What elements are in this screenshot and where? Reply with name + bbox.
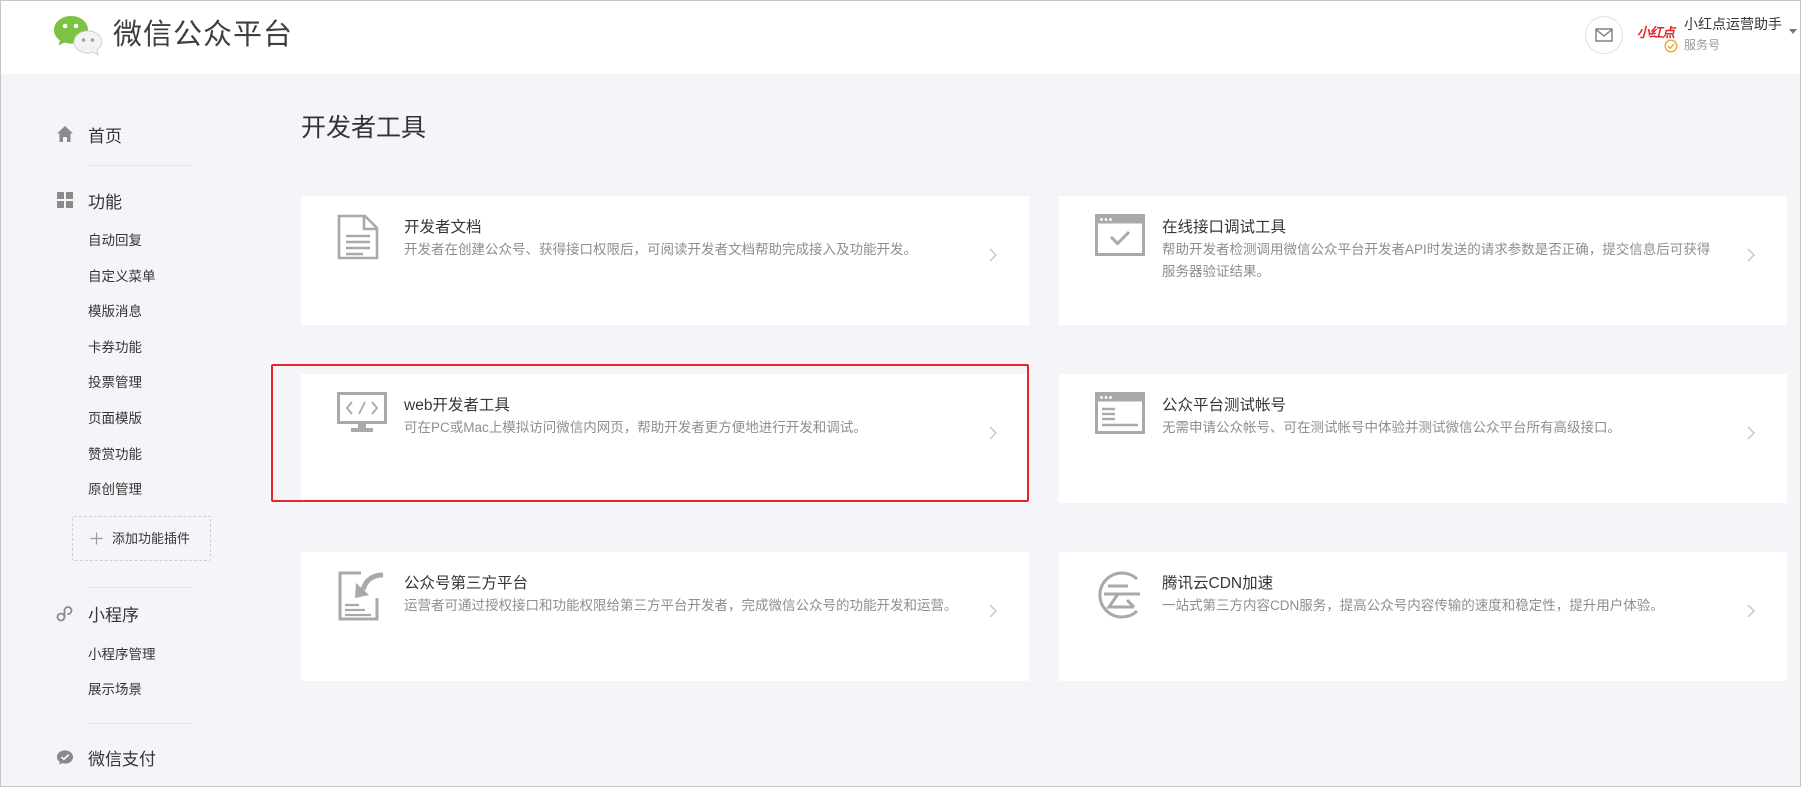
home-icon <box>57 126 73 142</box>
page-title: 开发者工具 <box>301 114 427 142</box>
sidebar-divider <box>88 587 194 588</box>
card-description: 运营者可通过授权接口和功能权限给第三方平台开发者，完成微信公众号的功能开发和运营… <box>404 595 984 617</box>
sidebar-item-label: 首页 <box>88 126 122 146</box>
document-icon <box>337 214 379 260</box>
sidebar-section-label: 小程序 <box>88 605 139 625</box>
card-title: 开发者文档 <box>404 219 482 236</box>
mail-icon <box>1595 28 1613 42</box>
top-header: 微信公众平台 小红点 小红点运营助手 服务号 <box>1 1 1800 74</box>
account-type: 服务号 <box>1684 38 1721 52</box>
sidebar-item-home[interactable]: 首页 <box>56 122 122 146</box>
chevron-right-icon <box>989 604 997 618</box>
card-web-dev-tools[interactable]: web开发者工具 可在PC或Mac上模拟访问微信内网页，帮助开发者更方便地进行开… <box>301 374 1029 503</box>
chevron-right-icon <box>1747 604 1755 618</box>
card-description-line: 开发者在创建公众号、获得接口权限后，可阅读开发者文档帮助完成接入及功能开发。 <box>404 242 917 257</box>
chevron-right-icon <box>989 248 997 262</box>
sidebar-section-label: 功能 <box>88 192 122 212</box>
card-description: 一站式第三方内容CDN服务，提高公众号内容传输的速度和稳定性，提升用户体验。 <box>1162 595 1742 617</box>
card-title: 公众号第三方平台 <box>404 575 529 592</box>
sidebar-item-custom-menu[interactable]: 自定义菜单 <box>88 267 156 287</box>
caret-down-icon <box>1789 29 1797 34</box>
sidebar-item-reward[interactable]: 赞赏功能 <box>88 445 142 465</box>
sidebar-item-display-scene[interactable]: 展示场景 <box>88 680 142 700</box>
card-developer-docs[interactable]: 开发者文档 开发者在创建公众号、获得接口权限后，可阅读开发者文档帮助完成接入及功… <box>301 196 1029 325</box>
wechat-logo-icon <box>54 16 103 56</box>
sidebar-divider <box>88 723 194 724</box>
card-description-line: 可在PC或Mac上模拟访问微信内网页，帮助开发者更方便地进行开发和调试。 <box>404 420 867 435</box>
sidebar-item-auto-reply[interactable]: 自动回复 <box>88 231 142 251</box>
monitor-code-icon <box>337 392 387 432</box>
chevron-right-icon <box>1747 248 1755 262</box>
card-description-line: 运营者可通过授权接口和功能权限给第三方平台开发者，完成微信公众号的功能开发和运营… <box>404 598 958 613</box>
sidebar-section-mini-program: 小程序 <box>56 601 139 625</box>
sidebar-section-label: 微信支付 <box>88 749 156 769</box>
sidebar-item-mini-program-management[interactable]: 小程序管理 <box>88 645 156 665</box>
browser-window-icon <box>1095 392 1145 434</box>
plus-icon <box>90 532 103 545</box>
card-test-account[interactable]: 公众平台测试帐号 无需申请公众帐号、可在测试帐号中体验并测试微信公众平台所有高级… <box>1059 374 1787 503</box>
third-party-icon <box>338 571 384 621</box>
account-menu[interactable]: 小红点 小红点运营助手 服务号 <box>1631 1 1799 74</box>
card-title: 腾讯云CDN加速 <box>1162 575 1274 592</box>
sidebar-item-card-coupon[interactable]: 卡券功能 <box>88 338 142 358</box>
card-online-api-debug[interactable]: 在线接口调试工具 帮助开发者检测调用微信公众平台开发者API时发送的请求参数是否… <box>1059 196 1787 325</box>
mini-program-icon <box>56 606 73 622</box>
tencent-cloud-icon <box>1098 571 1140 619</box>
card-description-line: 无需申请公众帐号、可在测试帐号中体验并测试微信公众平台所有高级接口。 <box>1162 420 1621 435</box>
card-description-line: 服务器验证结果。 <box>1162 264 1270 279</box>
sidebar-item-vote-management[interactable]: 投票管理 <box>88 373 142 393</box>
card-title: web开发者工具 <box>404 397 510 414</box>
chevron-right-icon <box>989 426 997 440</box>
card-description: 帮助开发者检测调用微信公众平台开发者API时发送的请求参数是否正确，提交信息后可… <box>1162 239 1742 283</box>
add-plugin-button[interactable]: 添加功能插件 <box>72 516 211 561</box>
sidebar-section-features: 功能 <box>56 188 122 212</box>
chevron-right-icon <box>1747 426 1755 440</box>
sidebar-section-wechat-pay: 微信支付 <box>56 745 156 769</box>
sidebar-item-page-template[interactable]: 页面模版 <box>88 409 142 429</box>
logo-text: 微信公众平台 <box>113 19 294 51</box>
sidebar-item-template-message[interactable]: 模版消息 <box>88 302 142 322</box>
verified-badge-icon <box>1664 39 1678 53</box>
card-third-party-platform[interactable]: 公众号第三方平台 运营者可通过授权接口和功能权限给第三方平台开发者，完成微信公众… <box>301 552 1029 681</box>
page: 微信公众平台 小红点 小红点运营助手 服务号 首页 功能 自动回复 自定义菜单 … <box>0 0 1801 787</box>
card-title: 在线接口调试工具 <box>1162 219 1287 236</box>
add-plugin-label: 添加功能插件 <box>112 531 191 546</box>
card-description-line: 帮助开发者检测调用微信公众平台开发者API时发送的请求参数是否正确，提交信息后可… <box>1162 242 1711 257</box>
sidebar-divider <box>88 165 194 166</box>
account-name: 小红点运营助手 <box>1684 16 1782 32</box>
sidebar-item-original-management[interactable]: 原创管理 <box>88 480 142 500</box>
browser-check-icon <box>1095 214 1145 256</box>
wechat-pay-icon <box>56 749 74 765</box>
card-tencent-cloud-cdn[interactable]: 腾讯云CDN加速 一站式第三方内容CDN服务，提高公众号内容传输的速度和稳定性，… <box>1059 552 1787 681</box>
grid-icon <box>57 192 73 208</box>
card-title: 公众平台测试帐号 <box>1162 397 1287 414</box>
card-description: 开发者在创建公众号、获得接口权限后，可阅读开发者文档帮助完成接入及功能开发。 <box>404 239 984 261</box>
card-description-line: 一站式第三方内容CDN服务，提高公众号内容传输的速度和稳定性，提升用户体验。 <box>1162 598 1664 613</box>
mail-button[interactable] <box>1585 16 1623 54</box>
card-description: 无需申请公众帐号、可在测试帐号中体验并测试微信公众平台所有高级接口。 <box>1162 417 1742 439</box>
logo: 微信公众平台 <box>53 14 313 58</box>
card-description: 可在PC或Mac上模拟访问微信内网页，帮助开发者更方便地进行开发和调试。 <box>404 417 984 439</box>
